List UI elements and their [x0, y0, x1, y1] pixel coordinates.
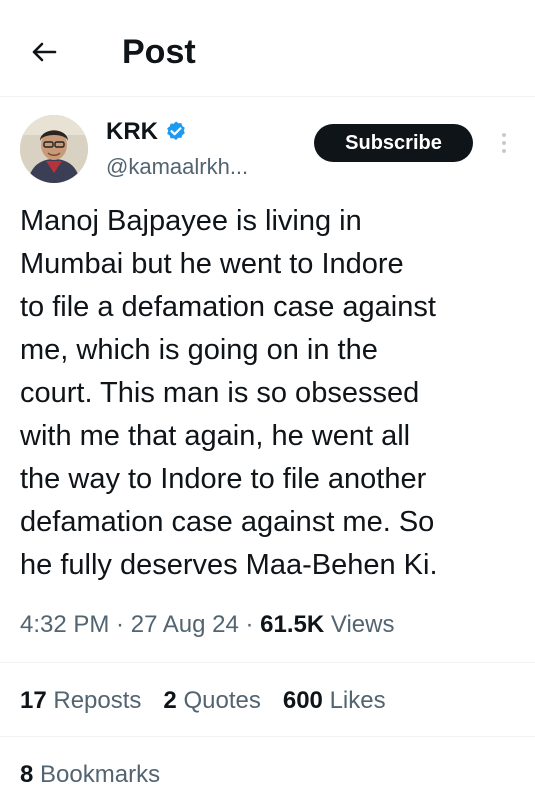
- tweet-meta: 4:32 PM · 27 Aug 24 · 61.5K Views: [20, 608, 394, 642]
- profile-photo: [20, 115, 88, 183]
- quotes-label: Quotes: [183, 687, 261, 714]
- bookmarks-stat[interactable]: 8 Bookmarks: [20, 758, 160, 792]
- quotes-stat[interactable]: 2 Quotes: [163, 684, 260, 718]
- arrow-left-icon: [32, 42, 57, 62]
- divider: [0, 736, 535, 737]
- avatar[interactable]: [20, 115, 88, 183]
- tweet-text: Manoj Bajpayee is living in Mumbai but he…: [20, 200, 520, 587]
- tweet-text-line: with me that again, he went all: [20, 420, 411, 452]
- tweet-text-line: defamation case against me. So: [20, 506, 435, 538]
- more-vertical-icon[interactable]: [494, 128, 514, 158]
- likes-stat[interactable]: 600 Likes: [283, 684, 386, 718]
- bookmarks-label: Bookmarks: [40, 761, 161, 788]
- divider: [0, 96, 535, 97]
- separator: ·: [238, 611, 261, 638]
- tweet-text-line: court. This man is so obsessed: [20, 377, 420, 409]
- engagement-stats: 17 Reposts 2 Quotes 600 Likes: [20, 684, 408, 718]
- subscribe-button[interactable]: Subscribe: [314, 124, 473, 162]
- likes-label: Likes: [329, 687, 386, 714]
- separator: ·: [109, 611, 131, 638]
- tweet-text-line: the way to Indore to file another: [20, 463, 427, 495]
- top-bar: Post: [0, 0, 535, 96]
- author-handle[interactable]: @kamaalrkh...: [106, 152, 248, 182]
- bookmarks-count: 8: [20, 761, 34, 788]
- tweet-time[interactable]: 4:32 PM: [20, 611, 109, 638]
- author-name: KRK: [106, 118, 158, 145]
- quotes-count: 2: [163, 687, 177, 714]
- tweet-text-line: Manoj Bajpayee is living in: [20, 205, 362, 237]
- tweet-text-line: to file a defamation case against: [20, 291, 436, 323]
- reposts-stat[interactable]: 17 Reposts: [20, 684, 141, 718]
- reposts-count: 17: [20, 687, 47, 714]
- views-label: Views: [330, 611, 395, 638]
- tweet-text-line: he fully deserves Maa-Behen Ki.: [20, 549, 438, 581]
- tweet-date[interactable]: 27 Aug 24: [131, 611, 239, 638]
- verified-badge-icon: [164, 120, 188, 144]
- views-count: 61.5K: [260, 611, 325, 638]
- divider: [0, 662, 535, 663]
- likes-count: 600: [282, 687, 323, 714]
- page-title: Post: [122, 33, 196, 71]
- tweet-text-line: me, which is going on in the: [20, 334, 378, 366]
- reposts-label: Reposts: [53, 687, 142, 714]
- author-name-row[interactable]: KRK: [106, 116, 188, 148]
- tweet-text-line: Mumbai but he went to Indore: [20, 248, 404, 280]
- back-button[interactable]: [22, 30, 66, 74]
